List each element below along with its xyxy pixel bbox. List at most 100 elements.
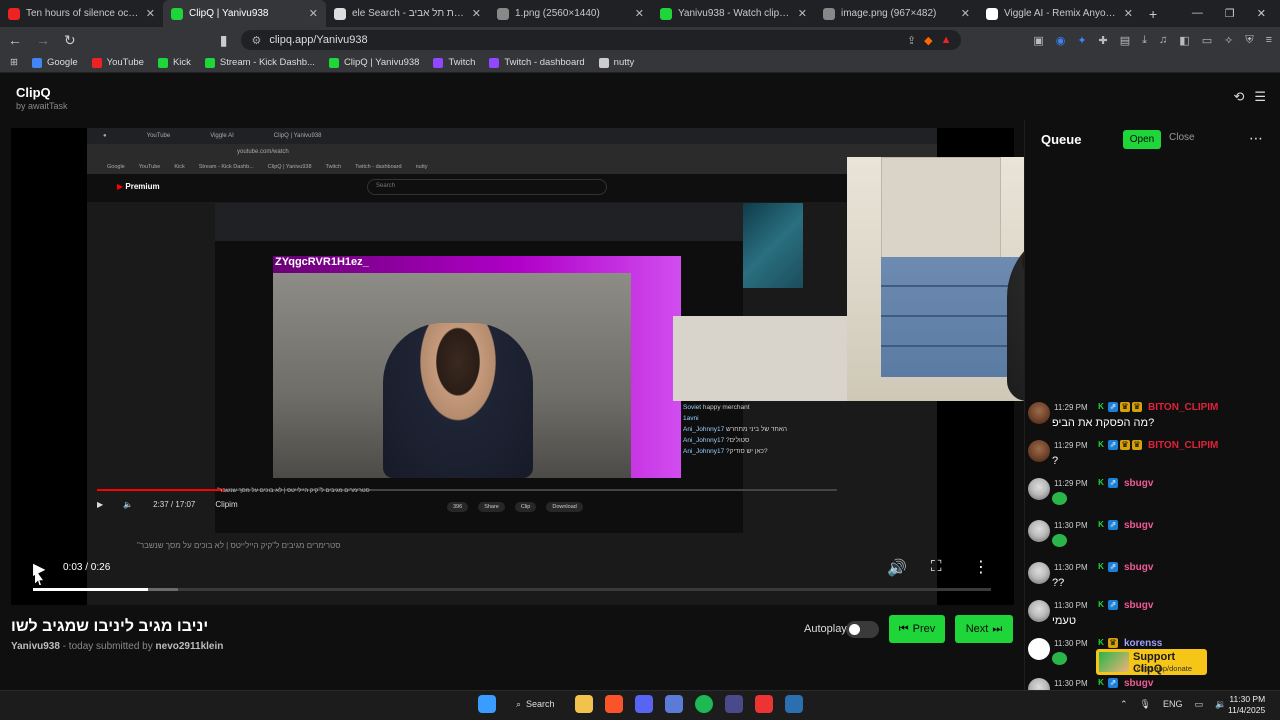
bookmark-item[interactable]: ClipQ | Yanivu938 bbox=[328, 57, 419, 68]
fullscreen-icon[interactable]: ⛶ bbox=[931, 558, 942, 575]
avatar[interactable] bbox=[1028, 562, 1050, 584]
avatar[interactable] bbox=[1028, 402, 1050, 424]
avatar[interactable] bbox=[1028, 600, 1050, 622]
bookmark-item[interactable]: Twitch bbox=[433, 57, 475, 68]
spotify-icon[interactable] bbox=[694, 695, 713, 713]
brave-rewards-icon[interactable]: ▲ bbox=[941, 34, 952, 46]
obs-icon[interactable] bbox=[754, 695, 773, 713]
restore-icon[interactable]: ❐ bbox=[1225, 7, 1235, 20]
app-icon[interactable] bbox=[664, 695, 683, 713]
clip-submitter[interactable]: nevo2911klein bbox=[156, 641, 224, 652]
back-icon[interactable]: ← bbox=[8, 32, 22, 48]
browser-tab[interactable]: image.png (967×482) ✕ bbox=[815, 0, 978, 27]
file-explorer-icon[interactable] bbox=[574, 695, 593, 713]
browser-tab[interactable]: ele Search - מסעדה אתיופית תל אביב ✕ bbox=[326, 0, 489, 27]
prev-button[interactable]: ⏮ Prev bbox=[889, 615, 945, 643]
mic-tray-icon[interactable]: 🎙 bbox=[1140, 699, 1151, 710]
history-icon[interactable]: ⟲ bbox=[1233, 89, 1244, 105]
autoplay-label: Autoplay bbox=[804, 623, 847, 635]
extension-icon[interactable]: ▣ bbox=[1033, 34, 1043, 47]
extension-icon[interactable]: ✦ bbox=[1077, 34, 1086, 47]
tab-close-icon[interactable]: ✕ bbox=[309, 7, 318, 20]
reload-icon[interactable]: ↻ bbox=[64, 32, 76, 49]
queue-close-button[interactable]: Close bbox=[1169, 132, 1195, 143]
new-tab-button[interactable]: + bbox=[1141, 6, 1165, 22]
avatar[interactable] bbox=[1028, 440, 1050, 462]
autoplay-toggle[interactable] bbox=[846, 621, 879, 638]
translate-icon[interactable]: ◉ bbox=[1056, 34, 1066, 47]
sidebar-icon[interactable]: ◧ bbox=[1179, 34, 1189, 47]
app-name[interactable]: ClipQ bbox=[16, 85, 51, 100]
taskbar: ⌕ Search ⌃ 🎙 ENG ▭ 🔉 11:30 PM 11/4/2025 bbox=[0, 690, 1280, 720]
clock[interactable]: 11:30 PM 11/4/2025 bbox=[1228, 694, 1265, 716]
language-indicator[interactable]: ENG bbox=[1163, 699, 1183, 710]
queue-open-button[interactable]: Open bbox=[1123, 130, 1161, 149]
download-icon[interactable]: ⤓ bbox=[1142, 34, 1147, 47]
next-button[interactable]: Next ⏭ bbox=[955, 615, 1013, 643]
site-info-icon[interactable]: ⚙ bbox=[251, 34, 261, 47]
clip-channel[interactable]: Yanivu938 bbox=[11, 641, 60, 652]
discord-icon[interactable] bbox=[634, 695, 653, 713]
chat-username[interactable]: sbugv bbox=[1124, 600, 1153, 611]
app-icon[interactable] bbox=[724, 695, 743, 713]
browser-tab[interactable]: 1.png (2560×1440) ✕ bbox=[489, 0, 652, 27]
tab-close-icon[interactable]: ✕ bbox=[146, 7, 155, 20]
windows-start-icon[interactable] bbox=[478, 695, 496, 713]
chat-username[interactable]: BITON_CLIPIM bbox=[1148, 402, 1218, 413]
more-options-icon[interactable]: ⋮ bbox=[973, 557, 989, 577]
avatar[interactable] bbox=[1028, 520, 1050, 542]
chat-username[interactable]: sbugv bbox=[1124, 562, 1153, 573]
tab-favicon-icon bbox=[171, 7, 183, 20]
avatar[interactable] bbox=[1028, 638, 1050, 660]
minimize-icon[interactable]: — bbox=[1192, 7, 1203, 20]
tab-close-icon[interactable]: ✕ bbox=[961, 7, 970, 20]
browser-tab[interactable]: Yanivu938 - Watch clips on Kick ✕ bbox=[652, 0, 815, 27]
tab-favicon-icon bbox=[660, 7, 672, 20]
chat-username[interactable]: sbugv bbox=[1124, 678, 1153, 689]
bookmark-icon[interactable]: ▮ bbox=[220, 32, 228, 49]
puzzle-icon[interactable]: ✚ bbox=[1099, 34, 1108, 47]
bookmark-item[interactable]: Kick bbox=[157, 57, 191, 68]
share-icon[interactable]: ⇪ bbox=[907, 34, 916, 47]
apps-icon[interactable]: ⊞ bbox=[10, 57, 18, 68]
close-window-icon[interactable]: ✕ bbox=[1257, 7, 1266, 20]
tab-close-icon[interactable]: ✕ bbox=[472, 7, 481, 20]
avatar[interactable] bbox=[1028, 478, 1050, 500]
tray-chevron-icon[interactable]: ⌃ bbox=[1120, 699, 1128, 710]
queue-more-icon[interactable]: ⋯ bbox=[1249, 130, 1263, 147]
menu-icon[interactable]: ≡ bbox=[1266, 34, 1272, 47]
media-icon[interactable]: ♫ bbox=[1159, 34, 1167, 47]
brave-icon[interactable] bbox=[604, 695, 623, 713]
chat-username[interactable]: sbugv bbox=[1124, 520, 1153, 531]
vpn-icon[interactable]: ⛨ bbox=[1245, 34, 1253, 47]
url-field[interactable]: ⚙ clipq.app/Yanivu938 ⇪ ◆ ▲ bbox=[241, 30, 962, 50]
network-icon[interactable]: ▭ bbox=[1195, 699, 1204, 710]
inner-chat-line: Ani_Johnny17 האחד של ביני מתחרש bbox=[683, 424, 843, 435]
tab-close-icon[interactable]: ✕ bbox=[1124, 7, 1133, 20]
tab-close-icon[interactable]: ✕ bbox=[635, 7, 644, 20]
bookmark-item[interactable]: Google bbox=[31, 57, 78, 68]
chat-username[interactable]: BITON_CLIPIM bbox=[1148, 440, 1218, 451]
browser-tab[interactable]: Ten hours of silence occasionally bro ✕ bbox=[0, 0, 163, 27]
chat-username[interactable]: sbugv bbox=[1124, 478, 1153, 489]
volume-icon[interactable]: 🔊 bbox=[887, 558, 907, 578]
extension-icon[interactable]: ▤ bbox=[1120, 34, 1130, 47]
steam-icon[interactable] bbox=[784, 695, 803, 713]
volume-tray-icon[interactable]: 🔉 bbox=[1215, 699, 1226, 710]
chat-username[interactable]: korenss bbox=[1124, 638, 1162, 649]
browser-tab[interactable]: Viggle AI - Remix Anyone into Viral ✕ bbox=[978, 0, 1141, 27]
tab-close-icon[interactable]: ✕ bbox=[798, 7, 807, 20]
bookmark-item[interactable]: nutty bbox=[598, 57, 634, 68]
browser-tab[interactable]: ClipQ | Yanivu938 ✕ bbox=[163, 0, 326, 27]
leo-icon[interactable]: ✧ bbox=[1224, 34, 1233, 47]
progress-bar[interactable] bbox=[33, 588, 991, 591]
bookmark-item[interactable]: Twitch - dashboard bbox=[489, 57, 585, 68]
support-banner[interactable]: Support ClipQ clipq.app/donate bbox=[1096, 649, 1207, 675]
taskbar-search[interactable]: ⌕ Search bbox=[508, 699, 563, 710]
bookmark-item[interactable]: Stream - Kick Dashb... bbox=[204, 57, 315, 68]
settings-sliders-icon[interactable]: ☰ bbox=[1254, 89, 1266, 105]
forward-icon[interactable]: → bbox=[36, 32, 50, 48]
wallet-icon[interactable]: ▭ bbox=[1202, 34, 1212, 47]
brave-shield-icon[interactable]: ◆ bbox=[924, 34, 932, 47]
bookmark-item[interactable]: YouTube bbox=[91, 57, 144, 68]
